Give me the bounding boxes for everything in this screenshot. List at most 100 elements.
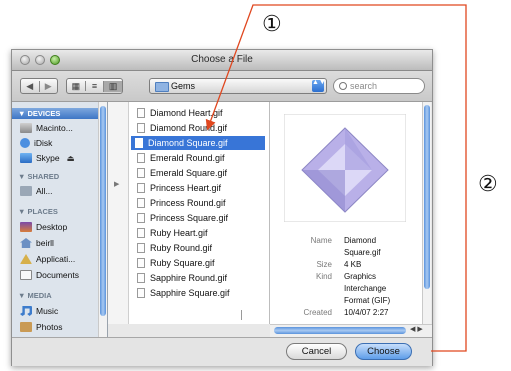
horizontal-scrollbar[interactable]: ◀ ▶	[270, 324, 432, 337]
view-mode-control: ▦ ≡ ▥	[66, 78, 123, 94]
file-name: Emerald Square.gif	[150, 168, 228, 178]
horizontal-scroll-thumb[interactable]	[274, 327, 406, 334]
sidebar-header-places[interactable]: ▼ PLACES	[18, 207, 58, 216]
callout-1: ①	[262, 12, 282, 37]
sidebar-item-home[interactable]: beirll	[20, 236, 100, 250]
callout-2: ②	[478, 172, 498, 197]
gif-file-icon	[135, 138, 143, 148]
previous-column-strip[interactable]: ▶	[108, 102, 129, 324]
sidebar-item-label: Photos	[36, 322, 63, 332]
gif-file-icon	[137, 228, 145, 238]
search-placeholder: search	[350, 81, 378, 91]
gif-file-icon	[137, 273, 145, 283]
folder-icon	[155, 82, 169, 92]
file-row-princess-square[interactable]: Princess Square.gif	[133, 211, 263, 225]
column-resize-handle[interactable]	[241, 310, 242, 320]
meta-name-label: Name	[310, 236, 332, 245]
scroll-arrows-icon[interactable]: ◀ ▶	[410, 325, 423, 333]
gif-file-icon	[137, 168, 145, 178]
sidebar-item-applications[interactable]: Applicati...	[20, 252, 100, 266]
sidebar-scrollbar[interactable]	[98, 102, 107, 337]
gif-file-icon	[137, 288, 145, 298]
desktop-icon	[20, 222, 32, 232]
preview-thumbnail	[284, 114, 406, 222]
sidebar-item-label: All...	[36, 186, 53, 196]
gif-file-icon	[137, 258, 145, 268]
meta-kind-value-2: Interchange	[344, 284, 387, 293]
file-row-ruby-round[interactable]: Ruby Round.gif	[133, 241, 263, 255]
idisk-icon	[20, 138, 30, 148]
location-popup[interactable]: Gems ▲▼	[149, 78, 327, 94]
gif-file-icon	[137, 123, 145, 133]
sidebar-item-skype[interactable]: Skype ⏏	[20, 151, 100, 165]
sidebar-item-label: Skype	[36, 153, 60, 163]
file-row-sapphire-square[interactable]: Sapphire Square.gif	[133, 286, 263, 300]
sidebar-item-label: Desktop	[36, 222, 68, 232]
file-name: Emerald Round.gif	[150, 153, 225, 163]
forward-arrow-icon[interactable]: ▶	[38, 80, 58, 92]
hard-disk-icon	[20, 123, 32, 133]
sidebar-item-desktop[interactable]: Desktop	[20, 220, 100, 234]
file-name: Princess Square.gif	[150, 213, 229, 223]
file-list-column: Diamond Heart.gif Diamond Round.gif Diam…	[129, 102, 270, 324]
sidebar-item-music[interactable]: Music	[20, 304, 100, 318]
file-name: Diamond Square.gif	[148, 138, 228, 148]
file-name: Princess Round.gif	[150, 198, 226, 208]
sidebar-item-label: Applicati...	[36, 254, 76, 264]
file-row-princess-round[interactable]: Princess Round.gif	[133, 196, 263, 210]
sidebar-item-label: beirll	[36, 238, 54, 248]
search-icon	[339, 82, 347, 90]
icon-view-icon[interactable]: ▦	[67, 81, 85, 92]
gif-file-icon	[137, 108, 145, 118]
sidebar-item-documents[interactable]: Documents	[20, 268, 100, 282]
sidebar: ▼ DEVICES Macinto... iDisk Skype ⏏ ▼ SHA…	[12, 102, 108, 337]
meta-name-value-1: Diamond	[344, 236, 377, 245]
photos-icon	[20, 322, 32, 332]
file-row-diamond-square[interactable]: Diamond Square.gif	[131, 136, 265, 150]
file-row-emerald-round[interactable]: Emerald Round.gif	[133, 151, 263, 165]
meta-kind-label: Kind	[315, 272, 332, 281]
sidebar-header-devices[interactable]: ▼ DEVICES	[12, 108, 98, 119]
title-bar: Choose a File	[12, 50, 432, 71]
sidebar-item-idisk[interactable]: iDisk	[20, 136, 100, 150]
file-row-princess-heart[interactable]: Princess Heart.gif	[133, 181, 263, 195]
file-row-sapphire-round[interactable]: Sapphire Round.gif	[133, 271, 263, 285]
file-row-diamond-heart[interactable]: Diamond Heart.gif	[133, 106, 263, 120]
meta-size-value: 4 KB	[344, 260, 362, 269]
column-view-icon[interactable]: ▥	[103, 80, 123, 92]
list-view-icon[interactable]: ≡	[84, 81, 104, 91]
file-row-emerald-square[interactable]: Emerald Square.gif	[133, 166, 263, 180]
sidebar-item-macintosh[interactable]: Macinto...	[20, 121, 100, 135]
file-name: Ruby Heart.gif	[150, 228, 208, 238]
file-row-diamond-round[interactable]: Diamond Round.gif	[133, 121, 263, 135]
toolbar: ◀ ▶ ▦ ≡ ▥ Gems ▲▼ search	[12, 71, 432, 102]
skype-disk-icon	[20, 153, 32, 163]
sidebar-item-label: Documents	[36, 270, 79, 280]
sidebar-item-photos[interactable]: Photos	[20, 320, 100, 334]
gif-file-icon	[137, 243, 145, 253]
chevron-right-icon: ▶	[114, 181, 120, 188]
cancel-button[interactable]: Cancel	[286, 343, 347, 360]
location-label: Gems	[171, 81, 196, 91]
sidebar-item-all[interactable]: All...	[20, 184, 100, 198]
sidebar-item-label: iDisk	[34, 138, 53, 148]
home-icon	[20, 238, 32, 248]
search-field[interactable]: search	[333, 78, 425, 94]
sidebar-header-shared[interactable]: ▼ SHARED	[18, 172, 59, 181]
sidebar-scroll-thumb[interactable]	[100, 106, 106, 316]
file-row-ruby-square[interactable]: Ruby Square.gif	[133, 256, 263, 270]
preview-pane: Name Diamond Square.gif Size 4 KB Kind G…	[270, 102, 422, 324]
back-arrow-icon[interactable]: ◀	[21, 81, 39, 92]
eject-icon[interactable]: ⏏	[67, 153, 75, 164]
file-row-ruby-heart[interactable]: Ruby Heart.gif	[133, 226, 263, 240]
documents-icon	[20, 270, 32, 280]
preview-scrollbar[interactable]	[422, 102, 431, 324]
preview-scroll-thumb[interactable]	[424, 105, 430, 289]
meta-created-value: 10/4/07 2:27	[344, 308, 389, 317]
file-name: Ruby Round.gif	[150, 243, 213, 253]
sidebar-item-label: Macinto...	[36, 123, 73, 133]
file-name: Ruby Square.gif	[150, 258, 215, 268]
gif-file-icon	[137, 153, 145, 163]
choose-button[interactable]: Choose	[355, 343, 412, 360]
sidebar-header-media[interactable]: ▼ MEDIA	[18, 291, 52, 300]
